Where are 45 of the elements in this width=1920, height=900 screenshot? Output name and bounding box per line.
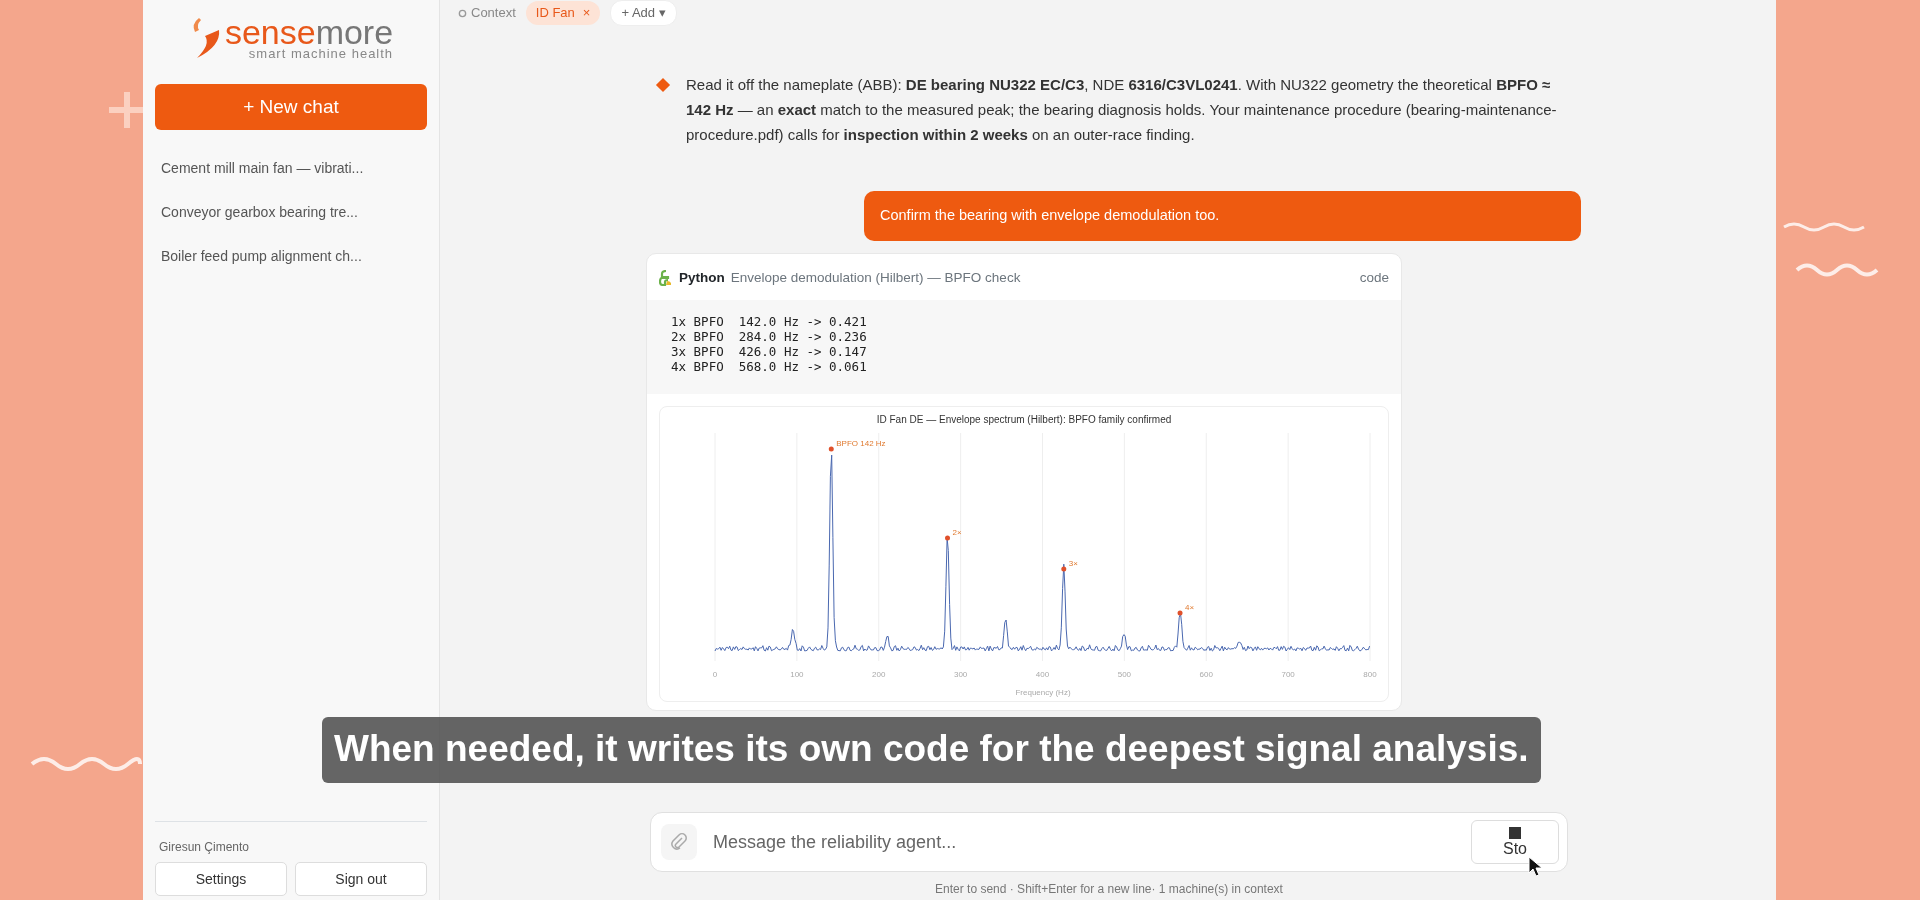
axis-tick-label: 100 [790,670,804,679]
code-toggle[interactable]: code [1359,267,1389,288]
axis-tick-label: 200 [872,670,886,679]
python-icon [659,269,673,286]
peak-label: 4× [1185,603,1195,612]
hint-text: Enter to send · Shift+Enter for a new line· 1 machine(s) in context [934,881,1284,898]
logo-tagline: smart machine health [247,46,394,60]
axis-tick-label: 500 [1117,670,1132,679]
axis-tick-label: 0 [712,670,718,679]
context-icon [458,8,467,18]
peak-marker [1061,566,1067,572]
code-title: Envelope demodulation (Hilbert) — BPFO check [730,268,1021,287]
paperclip-icon [670,833,688,851]
code-output: 1x BPFO 142.0 Hz -> 0.421 2x BPFO 284.0 Hz -> 0.236 3x BPFO 426.0 Hz -> 0.147 4x BPFO 568.0 Hz -> 0.061 [647,300,1401,394]
context-label: Context [471,4,516,23]
chat-item[interactable]: Conveyor gearbox bearing tre... [155,190,427,234]
chat-item[interactable]: Cement mill main fan — vibrati... [155,146,427,190]
axis-tick-label: 800 [1363,670,1377,679]
axis-tick-label: 400 [1035,670,1050,679]
user-message: Confirm the bearing with envelope demodulation too. [864,191,1581,241]
video-caption: When needed, it writes its own code for the deepest signal analysis. [322,717,1541,783]
peak-label: BPFO 142 Hz [836,439,886,448]
axis-tick-label: 700 [1281,670,1295,679]
code-language: Python [679,268,725,287]
add-button[interactable]: + Add ▾ [610,0,677,26]
account-name: Giresun Çimento [158,839,251,856]
peak-marker [828,446,834,452]
peak-marker [945,535,951,541]
chart-title: ID Fan DE — Envelope spectrum (Hilbert): BPFO family confirmed [876,414,1172,425]
peak-label: 2× [952,528,962,537]
peak-marker [1177,610,1183,616]
axis-label: Frequency (Hz) [1015,688,1071,697]
chat-item[interactable]: Boiler feed pump alignment ch... [155,234,427,278]
message-field[interactable]: Message the reliability agent... Sto [650,812,1568,872]
stop-icon [1509,827,1521,839]
cursor-icon [1528,856,1544,878]
axis-tick-label: 300 [953,670,968,679]
sign-out-button[interactable]: Sign out [295,862,427,896]
axis-tick-label: 600 [1199,670,1213,679]
assistant-message: Read it off the nameplate (ABB): DE bearing NU322 EC/C3, NDE 6316/C3VL0241. With NU322 geometry the theoretical BPFO ≈ 142 Hz — an exact match to the measured peak; the bearing diagnosis holds. Your maintenance procedure (bearing-maintenance-procedure.pdf) calls for inspection within 2 weeks on an outer-race finding. [686,75,1558,145]
logo-text: sensemore [224,16,394,47]
attach-button[interactable] [661,824,697,860]
peak-label: 3× [1068,559,1078,568]
stop-button[interactable]: Sto [1471,820,1559,864]
settings-button[interactable]: Settings [155,862,287,896]
